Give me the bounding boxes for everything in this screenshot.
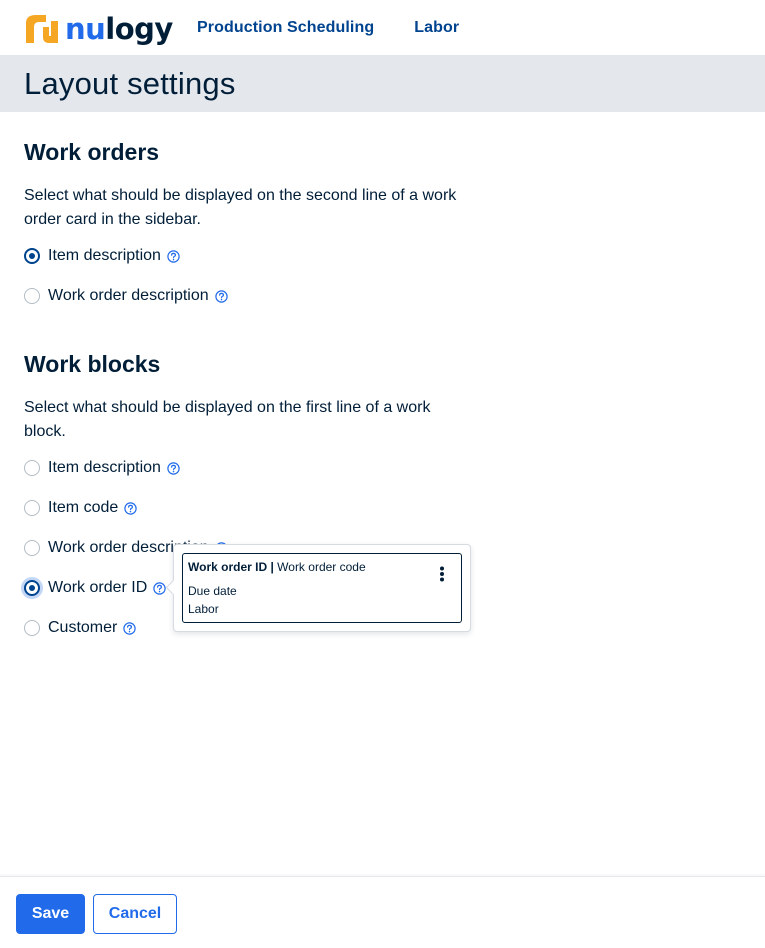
help-circle-icon[interactable]	[153, 581, 166, 595]
work-blocks-option-customer[interactable]: Customer	[24, 616, 137, 640]
cancel-button[interactable]: Cancel	[93, 894, 177, 934]
preview-first-line: Work order ID | Work order code	[188, 560, 366, 574]
work-blocks-title: Work blocks	[24, 351, 161, 377]
preview-separator: |	[267, 560, 278, 574]
footer-actions: Save Cancel	[0, 876, 765, 948]
help-circle-icon[interactable]	[214, 289, 228, 303]
page-title: Layout settings	[24, 66, 236, 101]
radio-label: Customer	[48, 619, 118, 636]
work-block-preview-tooltip: Work order ID | Work order code Due date…	[173, 544, 471, 632]
main-nav: Production Scheduling Labor	[197, 17, 459, 39]
logo-wordmark: nulogy	[65, 12, 173, 46]
work-blocks-option-work-order-id[interactable]: Work order ID	[24, 576, 166, 600]
help-circle-icon[interactable]	[167, 249, 180, 263]
radio-label: Item code	[48, 499, 119, 516]
nav-labor[interactable]: Labor	[414, 17, 459, 39]
help-circle-icon[interactable]	[123, 621, 137, 635]
radio-label: Work order ID	[48, 579, 148, 596]
work-blocks-description: Select what should be displayed on the f…	[24, 399, 431, 440]
work-orders-title: Work orders	[24, 139, 160, 165]
radio-button[interactable]	[24, 500, 40, 516]
page-header: Layout settings	[0, 56, 765, 112]
preview-labor: Labor	[188, 602, 219, 616]
radio-button[interactable]	[24, 580, 40, 596]
top-nav-bar: nulogy Production Scheduling Labor	[0, 0, 765, 56]
work-orders-option-item-description[interactable]: Item description	[24, 244, 180, 268]
preview-work-order-id: Work order ID	[188, 560, 268, 574]
radio-label: Item description	[48, 459, 161, 476]
save-button[interactable]: Save	[16, 894, 85, 934]
work-orders-option-work-order-description[interactable]: Work order description	[24, 284, 228, 308]
work-orders-description: Select what should be displayed on the s…	[24, 187, 457, 228]
kebab-vertical-icon	[439, 566, 445, 582]
work-blocks-option-item-description[interactable]: Item description	[24, 456, 180, 480]
radio-label: Work order description	[48, 287, 209, 304]
help-circle-icon[interactable]	[124, 501, 137, 515]
nav-production-scheduling[interactable]: Production Scheduling	[197, 17, 374, 39]
radio-button[interactable]	[24, 288, 40, 304]
radio-button[interactable]	[24, 460, 40, 476]
preview-due-date: Due date	[188, 584, 237, 598]
nulogy-bracket-icon	[24, 13, 60, 45]
work-block-preview-card: Work order ID | Work order code Due date…	[182, 553, 462, 623]
work-blocks-option-item-code[interactable]: Item code	[24, 496, 137, 520]
radio-label: Item description	[48, 247, 161, 264]
radio-button[interactable]	[24, 540, 40, 556]
help-circle-icon[interactable]	[167, 461, 180, 475]
nulogy-logo[interactable]: nulogy	[24, 13, 173, 45]
radio-button[interactable]	[24, 248, 40, 264]
radio-button[interactable]	[24, 620, 40, 636]
preview-work-order-code: Work order code	[277, 560, 366, 574]
